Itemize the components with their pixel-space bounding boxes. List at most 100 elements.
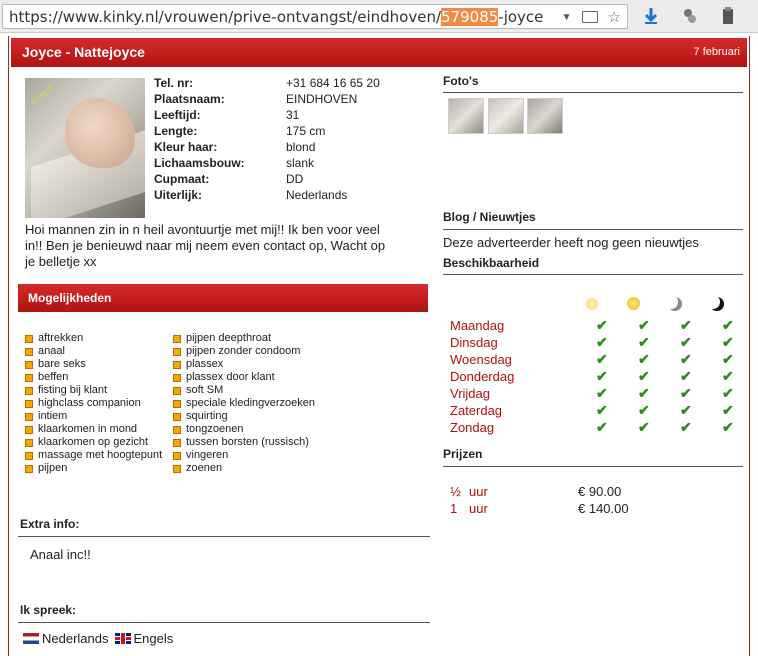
photo-figure-shape — [65, 98, 135, 168]
divider — [18, 622, 430, 623]
available-check-icon: ✔ — [680, 351, 692, 367]
url-suffix: -joyce — [498, 8, 544, 26]
services-column-1: aftrekken anaal bare seks beffen fisting bij… — [24, 332, 162, 475]
available-check-icon: ✔ — [638, 351, 650, 367]
service-item: anaal — [24, 345, 162, 358]
service-label: intiem — [38, 410, 68, 422]
available-check-icon: ✔ — [596, 368, 608, 384]
detail-label: Leeftijd: — [154, 108, 201, 122]
profile-photo[interactable]: kinky.nl — [25, 78, 145, 218]
available-check-icon: ✔ — [722, 334, 734, 350]
extra-info-heading: Extra info: — [20, 517, 80, 531]
bullet-square-icon — [25, 361, 33, 369]
netherlands-flag-icon — [23, 633, 39, 644]
bullet-square-icon — [25, 348, 33, 356]
url-selected-text: 579085 — [441, 8, 499, 26]
morning-sun-icon — [586, 298, 598, 310]
detail-row: Lichaamsbouw: slank — [154, 155, 424, 171]
availability-day: Vrijdag — [450, 386, 490, 401]
service-label: pijpen deepthroat — [186, 332, 272, 344]
service-label: pijpen — [38, 462, 68, 474]
service-item: speciale kledingverzoeken — [172, 397, 315, 410]
profile-title: Joyce - Nattejoyce — [22, 44, 145, 60]
photo-thumbnail[interactable] — [488, 98, 524, 134]
blog-text: Deze adverteerder heeft nog geen nieuwtj… — [443, 235, 699, 250]
service-label: squirting — [186, 410, 228, 422]
bullet-square-icon — [173, 465, 181, 473]
service-item: vingeren — [172, 449, 315, 462]
reader-view-icon[interactable] — [581, 11, 598, 23]
detail-label: Cupmaat: — [154, 172, 210, 186]
services-header: Mogelijkheden — [18, 284, 428, 312]
detail-label: Kleur haar: — [154, 140, 218, 154]
detail-value: EINDHOVEN — [286, 92, 358, 106]
detail-value[interactable]: +31 684 16 65 20 — [286, 75, 380, 91]
service-item: klaarkomen in mond — [24, 423, 162, 436]
available-check-icon: ✔ — [722, 368, 734, 384]
service-label: klaarkomen in mond — [38, 423, 138, 435]
photo-thumbnail[interactable] — [448, 98, 484, 134]
download-arrow-icon[interactable] — [641, 6, 661, 26]
service-item: plassex door klant — [172, 371, 315, 384]
detail-row: Tel. nr: +31 684 16 65 20 — [154, 75, 424, 91]
service-item: aftrekken — [24, 332, 162, 345]
extensions-icon[interactable] — [680, 6, 700, 26]
service-item: highclass companion — [24, 397, 162, 410]
url-text[interactable]: https://www.kinky.nl/vrouwen/prive-ontva… — [9, 8, 543, 26]
detail-label: Lengte: — [154, 124, 198, 138]
bookmark-star-icon[interactable]: ☆ — [608, 8, 621, 26]
service-label: vingeren — [186, 449, 229, 461]
detail-row: Cupmaat: DD — [154, 171, 424, 187]
service-label: soft SM — [186, 384, 224, 396]
service-item: intiem — [24, 410, 162, 423]
service-label: aftrekken — [38, 332, 84, 344]
clipboard-icon[interactable] — [718, 6, 738, 26]
prices-heading: Prijzen — [443, 447, 483, 461]
photo-watermark: kinky.nl — [29, 82, 55, 107]
photos-heading: Foto's — [443, 74, 479, 88]
detail-row: Leeftijd: 31 — [154, 107, 424, 123]
photo-thumbnail[interactable] — [527, 98, 563, 134]
bullet-square-icon — [173, 413, 181, 421]
service-label: pijpen zonder condoom — [186, 345, 301, 357]
price-value: € 140.00 — [578, 501, 629, 516]
service-item: pijpen — [24, 462, 162, 475]
detail-value: slank — [286, 156, 315, 170]
bullet-square-icon — [25, 387, 33, 395]
available-check-icon: ✔ — [638, 317, 650, 333]
available-check-icon: ✔ — [596, 317, 608, 333]
address-bar[interactable]: https://www.kinky.nl/vrouwen/prive-ontva… — [2, 4, 628, 29]
service-item: beffen — [24, 371, 162, 384]
extra-info-value: Anaal inc!! — [30, 547, 91, 562]
service-item: massage met hoogtepunt — [24, 449, 162, 462]
bullet-square-icon — [173, 348, 181, 356]
profile-header: Joyce - Nattejoyce 7 februari — [11, 38, 747, 67]
bullet-square-icon — [173, 452, 181, 460]
price-value: € 90.00 — [578, 484, 622, 499]
detail-value: DD — [286, 172, 304, 186]
language-english: Engels — [133, 631, 174, 646]
available-check-icon: ✔ — [638, 402, 650, 418]
service-item: soft SM — [172, 384, 315, 397]
availability-day: Dinsdag — [450, 335, 498, 350]
service-item: pijpen zonder condoom — [172, 345, 315, 358]
language-dutch: Nederlands — [42, 631, 109, 646]
evening-moon-icon — [668, 297, 682, 311]
availability-day: Zaterdag — [450, 403, 503, 418]
service-item: tussen borsten (russisch) — [172, 436, 315, 449]
service-item: fisting bij klant — [24, 384, 162, 397]
detail-value: 175 cm — [286, 124, 326, 138]
detail-label: Uiterlijk: — [154, 188, 203, 202]
service-item: pijpen deepthroat — [172, 332, 315, 345]
available-check-icon: ✔ — [680, 368, 692, 384]
service-label: tongzoenen — [186, 423, 244, 435]
service-label: klaarkomen op gezicht — [38, 436, 149, 448]
available-check-icon: ✔ — [596, 385, 608, 401]
dropdown-arrow-icon[interactable]: ▼ — [562, 12, 572, 23]
afternoon-sun-icon — [627, 297, 640, 310]
divider — [443, 229, 743, 230]
service-item: bare seks — [24, 358, 162, 371]
languages-heading: Ik spreek: — [20, 603, 77, 617]
profile-intro-text: Hoi mannen zin in n heil avontuurtje met… — [25, 222, 386, 269]
service-item: klaarkomen op gezicht — [24, 436, 162, 449]
